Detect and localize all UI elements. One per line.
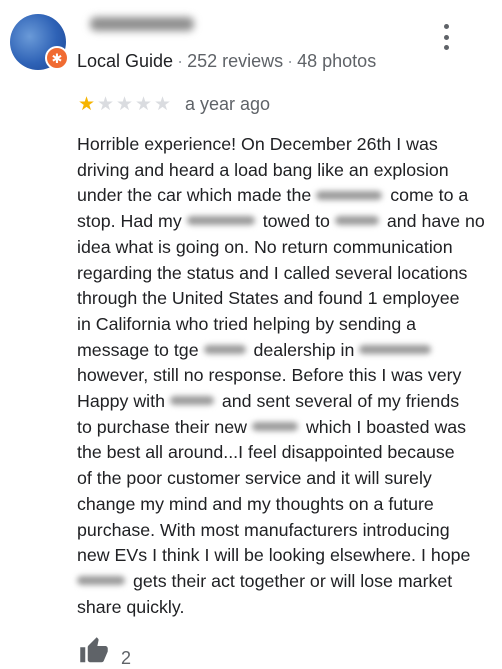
star-rating: ★ ★ ★ ★ ★ (77, 95, 172, 114)
like-count: 2 (121, 648, 132, 668)
redacted-text (77, 576, 125, 586)
review-line: new EVs I think I will be looking elsewh… (77, 545, 471, 566)
reviewer-meta: Local Guide · 252 reviews · 48 photos (77, 51, 377, 71)
review-line: regarding the status and I called severa… (77, 262, 468, 283)
review-line: Happy with and sent several of my friend… (77, 391, 460, 412)
star-icon: ★ (96, 94, 115, 115)
review-text: Horrible experience! On December 26th I … (77, 132, 497, 620)
thumbs-up-icon[interactable] (77, 636, 111, 666)
review-line: share quickly. (77, 596, 185, 617)
review-line: Horrible experience! On December 26th I … (77, 134, 438, 154)
star-icon: ★ (77, 94, 96, 115)
review-line: in California who tried helping by sendi… (77, 313, 417, 334)
star-icon: ★ (115, 94, 134, 115)
star-icon: ★ (153, 94, 172, 115)
review-line: through the United States and found 1 em… (77, 288, 460, 309)
review-line: the best all around...I feel disappointe… (77, 442, 455, 463)
review-line: under the car which made the come to a (77, 185, 469, 206)
review-line: to purchase their new which I boasted wa… (77, 416, 467, 437)
review-line: stop. Had my towed to and have no (77, 211, 485, 232)
review-line: idea what is going on. No return communi… (77, 236, 453, 257)
more-options-button[interactable] (436, 24, 456, 50)
local-guide-label: Local Guide (77, 51, 174, 71)
review-line: message to tge dealership in (77, 338, 497, 364)
star-icon: ★ (134, 94, 153, 115)
avatar[interactable]: ✱ (10, 14, 69, 70)
redacted-text (251, 422, 298, 432)
redacted-text (316, 190, 383, 200)
reviewer-name-redacted[interactable] (90, 17, 194, 31)
review-actions: 2 (77, 636, 131, 669)
review-line: driving and heard a load bang like an ex… (77, 159, 449, 180)
redacted-text (203, 344, 246, 354)
redacted-text (334, 216, 379, 226)
redacted-text (186, 216, 255, 226)
review-line: however, still no response. Before this … (77, 365, 462, 386)
local-guide-badge-icon: ✱ (45, 46, 69, 70)
photos-count: 48 photos (297, 51, 377, 71)
redacted-text (359, 344, 432, 354)
review-line: gets their act together or will lose mar… (77, 569, 497, 595)
review-line: of the poor customer service and it will… (77, 468, 432, 489)
review-date: a year ago (185, 94, 271, 114)
review-line: purchase. With most manufacturers introd… (77, 519, 450, 540)
review-line: change my mind and my thoughts on a futu… (77, 493, 434, 514)
rating-row: ★ ★ ★ ★ ★ a year ago (77, 94, 270, 115)
more-vert-icon (443, 24, 449, 29)
reviews-count: 252 reviews (187, 51, 284, 71)
redacted-text (169, 396, 214, 406)
